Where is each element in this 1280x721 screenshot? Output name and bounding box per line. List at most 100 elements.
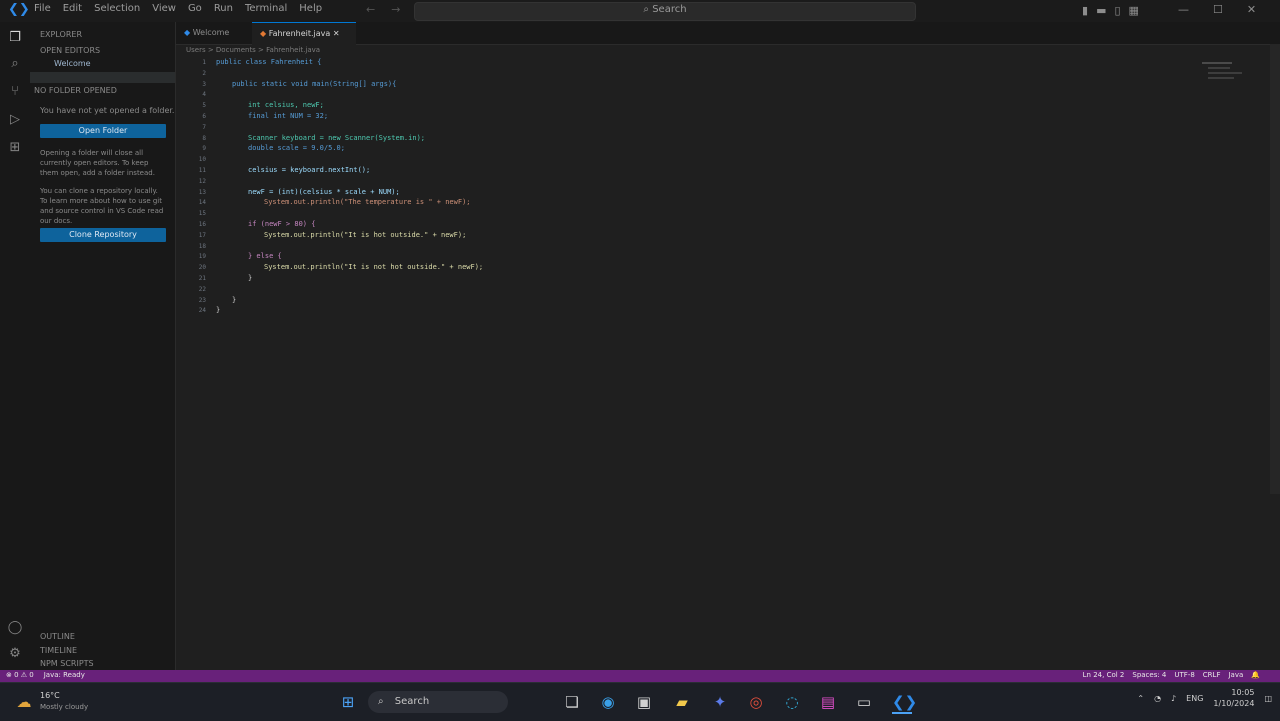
tab-fahrenheit-label: Fahrenheit.java bbox=[268, 29, 331, 38]
edge-icon[interactable]: ◉ bbox=[598, 692, 618, 712]
eol-status[interactable]: CRLF bbox=[1203, 671, 1221, 679]
code-line[interactable]: System.out.println("It is hot outside." … bbox=[264, 231, 466, 239]
store-icon[interactable]: ▣ bbox=[634, 692, 654, 712]
vscode-logo-icon: ❮❯ bbox=[8, 2, 30, 17]
back-arrow-icon[interactable]: ← bbox=[366, 3, 375, 16]
notification-center-icon[interactable]: ◫ bbox=[1264, 694, 1272, 703]
line-number: 15 bbox=[198, 210, 206, 218]
problems-status[interactable]: ⊗ 0 ⚠ 0 bbox=[6, 671, 34, 679]
extensions-icon[interactable]: ⊞ bbox=[7, 140, 23, 156]
file-explorer-icon[interactable]: ▰ bbox=[672, 692, 692, 712]
network-icon[interactable]: ◔ bbox=[1154, 694, 1161, 703]
menu-run[interactable]: Run bbox=[214, 3, 233, 19]
npm-scripts-section[interactable]: NPM SCRIPTS bbox=[40, 659, 94, 668]
open-file-item[interactable]: Welcome bbox=[54, 59, 91, 68]
tab-fahrenheit[interactable]: ◆ Fahrenheit.java ✕ bbox=[252, 22, 356, 45]
tray-chevron-icon[interactable]: ⌃ bbox=[1137, 694, 1144, 703]
open-editors-section[interactable]: OPEN EDITORS bbox=[40, 46, 100, 55]
line-number: 22 bbox=[198, 285, 206, 293]
line-number: 6 bbox=[202, 113, 206, 120]
code-line[interactable]: if (newF > 80) { bbox=[248, 220, 315, 228]
code-line[interactable]: public class Fahrenheit { bbox=[216, 58, 321, 66]
code-line[interactable]: System.out.println("The temperature is "… bbox=[264, 198, 471, 206]
code-editor[interactable]: 1 public class Fahrenheit {2 3 public stati… bbox=[176, 56, 1268, 668]
notifications-bell-icon[interactable]: 🔔 bbox=[1251, 671, 1260, 679]
command-center-label: Search bbox=[652, 4, 687, 15]
open-folder-button[interactable]: Open Folder bbox=[40, 124, 166, 138]
cursor-position[interactable]: Ln 24, Col 2 bbox=[1083, 671, 1125, 679]
maximize-icon[interactable]: ☐ bbox=[1213, 3, 1223, 16]
close-icon[interactable]: ✕ bbox=[1247, 3, 1256, 16]
line-number: 16 bbox=[198, 221, 206, 228]
encoding-status[interactable]: UTF-8 bbox=[1174, 671, 1194, 679]
cortana-icon[interactable]: ◌ bbox=[782, 692, 802, 712]
clock[interactable]: 10:05 1/10/2024 bbox=[1213, 687, 1254, 709]
toggle-secondary-sidebar-icon[interactable]: ▯ bbox=[1114, 4, 1120, 17]
menu-view[interactable]: View bbox=[152, 3, 176, 19]
code-line[interactable]: } bbox=[216, 306, 220, 314]
language-mode[interactable]: Java bbox=[1228, 671, 1243, 679]
code-line[interactable]: newF = (int)(celsius * scale + NUM); bbox=[248, 188, 400, 196]
forward-arrow-icon[interactable]: → bbox=[391, 3, 400, 16]
code-line[interactable]: final int NUM = 32; bbox=[248, 112, 328, 120]
volume-icon[interactable]: ♪ bbox=[1171, 694, 1176, 703]
menu-help[interactable]: Help bbox=[299, 3, 322, 19]
taskbar-search[interactable]: ⌕ Search bbox=[368, 691, 508, 713]
customize-layout-icon[interactable]: ▦ bbox=[1129, 4, 1139, 17]
app-icon[interactable]: ▤ bbox=[818, 692, 838, 712]
indentation-status[interactable]: Spaces: 4 bbox=[1132, 671, 1166, 679]
menu-edit[interactable]: Edit bbox=[63, 3, 82, 19]
minimap[interactable] bbox=[1198, 56, 1258, 96]
vscode-taskbar-icon[interactable]: ❮❯ bbox=[892, 692, 917, 714]
toggle-panel-icon[interactable]: ▬ bbox=[1096, 4, 1106, 17]
weather-icon[interactable]: ☁ bbox=[14, 692, 34, 712]
command-center-search[interactable]: ⌕ Search bbox=[414, 2, 916, 21]
line-number: 14 bbox=[198, 199, 206, 207]
menu-selection[interactable]: Selection bbox=[94, 3, 140, 19]
account-icon[interactable]: ◯ bbox=[7, 620, 23, 636]
editor-scrollbar[interactable] bbox=[1270, 44, 1280, 494]
code-line[interactable]: System.out.println("It is not hot outsid… bbox=[264, 263, 483, 271]
tab-welcome[interactable]: ◆ Welcome bbox=[176, 22, 254, 44]
explorer-icon[interactable]: ❐ bbox=[7, 30, 23, 46]
language-indicator[interactable]: ENG bbox=[1186, 694, 1203, 703]
menu-go[interactable]: Go bbox=[188, 3, 202, 19]
tab-close-icon[interactable]: ✕ bbox=[330, 29, 340, 38]
clone-repository-button[interactable]: Clone Repository bbox=[40, 228, 166, 242]
code-line[interactable]: } bbox=[232, 296, 236, 304]
code-line[interactable]: } else { bbox=[248, 252, 282, 260]
source-control-icon[interactable]: ⑂ bbox=[7, 84, 23, 100]
outline-section[interactable]: OUTLINE bbox=[40, 632, 75, 641]
editor-tabs: ◆ Welcome ◆ Fahrenheit.java ✕ bbox=[176, 22, 1280, 45]
system-tray: ⌃ ◔ ♪ ENG 10:05 1/10/2024 ◫ bbox=[1137, 687, 1272, 709]
code-line[interactable]: celsius = keyboard.nextInt(); bbox=[248, 166, 370, 174]
terminal-icon[interactable]: ▭ bbox=[854, 692, 874, 712]
code-line[interactable]: double scale = 9.0/5.0; bbox=[248, 144, 345, 152]
title-bar: ❮❯ File Edit Selection View Go Run Termi… bbox=[0, 0, 1280, 23]
chrome-icon[interactable]: ◎ bbox=[746, 692, 766, 712]
line-number: 24 bbox=[198, 307, 206, 315]
toggle-sidebar-icon[interactable]: ▮ bbox=[1082, 4, 1088, 17]
line-number: 12 bbox=[198, 177, 206, 185]
open-folder-hint: Opening a folder will close all currentl… bbox=[40, 149, 155, 177]
code-line[interactable]: int celsius, newF; bbox=[248, 101, 324, 109]
search-view-icon[interactable]: ⌕ bbox=[7, 56, 23, 72]
code-line[interactable]: Scanner keyboard = new Scanner(System.in… bbox=[248, 134, 425, 142]
run-debug-icon[interactable]: ▷ bbox=[7, 112, 23, 128]
line-number: 4 bbox=[202, 91, 206, 99]
folder-section[interactable]: NO FOLDER OPENED bbox=[34, 86, 117, 95]
start-icon[interactable]: ⊞ bbox=[338, 692, 358, 712]
code-line[interactable]: public static void main(String[] args){ bbox=[232, 80, 396, 88]
breadcrumb[interactable]: Users > Documents > Fahrenheit.java bbox=[186, 46, 320, 54]
java-status[interactable]: Java: Ready bbox=[44, 671, 85, 679]
minimize-icon[interactable]: — bbox=[1178, 3, 1189, 16]
menu-terminal[interactable]: Terminal bbox=[245, 3, 287, 19]
timeline-section[interactable]: TIMELINE bbox=[40, 646, 77, 655]
line-number: 11 bbox=[198, 167, 206, 174]
code-line[interactable]: } bbox=[248, 274, 252, 282]
menu-file[interactable]: File bbox=[34, 3, 51, 19]
task-view-icon[interactable]: ❏ bbox=[562, 692, 582, 712]
teams-icon[interactable]: ✦ bbox=[710, 692, 730, 712]
settings-gear-icon[interactable]: ⚙ bbox=[7, 646, 23, 662]
search-icon: ⌕ bbox=[643, 4, 653, 15]
